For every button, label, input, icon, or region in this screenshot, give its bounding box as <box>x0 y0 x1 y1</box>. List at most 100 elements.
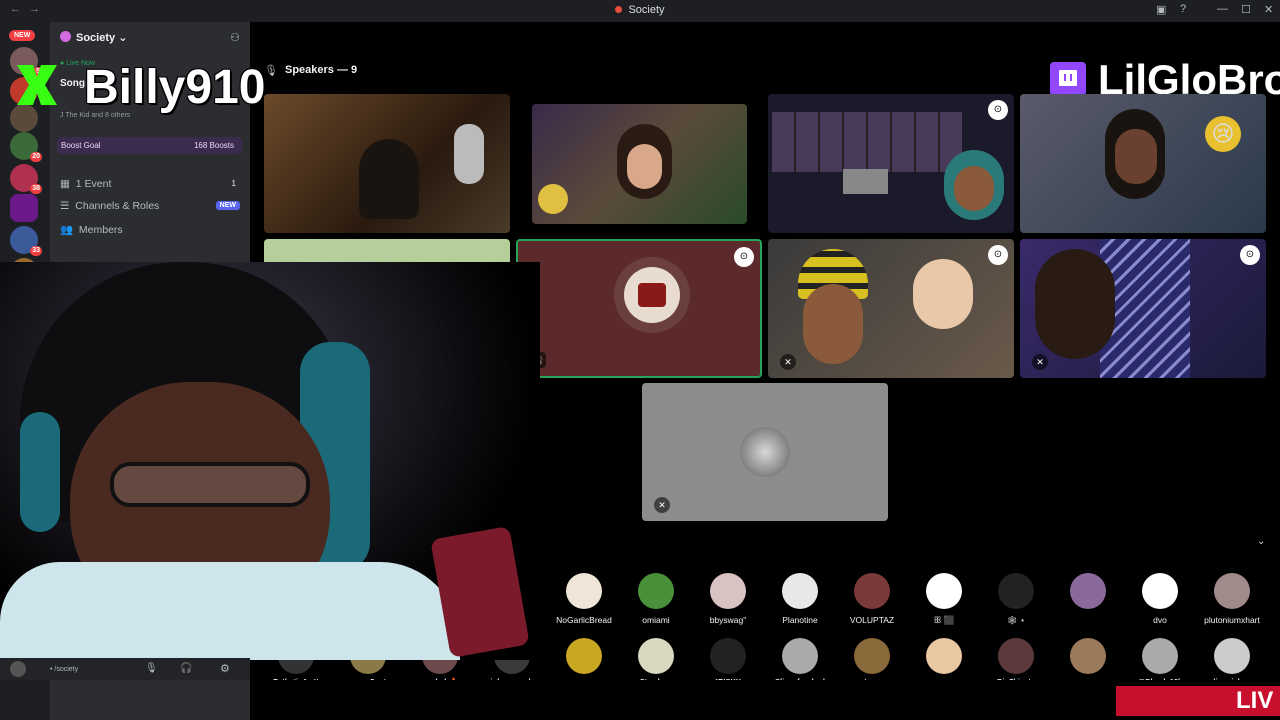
avatar <box>854 573 890 609</box>
members-item[interactable]: 👥 Members <box>60 223 123 236</box>
audience-member[interactable] <box>1053 573 1123 615</box>
boost-goal-label: Boost Goal <box>61 141 101 150</box>
avatar <box>926 638 962 674</box>
live-banner: LIV <box>1116 686 1280 716</box>
audience-member[interactable]: plutoniumxhart <box>1197 573 1267 625</box>
server-icon <box>615 6 623 13</box>
chevron-down-icon: ⌄ <box>118 32 128 44</box>
minimize-button[interactable]: — <box>1217 3 1228 15</box>
server-icon[interactable]: 33 <box>10 226 42 256</box>
audience-member[interactable]: *RISKY <box>693 638 763 686</box>
server-icon <box>60 31 71 42</box>
avatar <box>566 638 602 674</box>
camera-icon: ⊙ <box>1240 245 1260 265</box>
audience-member[interactable]: @Blxxdy18k <box>1125 638 1195 686</box>
avatar <box>1214 573 1250 609</box>
speaker-video-tile[interactable]: ⊙ ✕ <box>1020 239 1266 378</box>
server-tag: • /society <box>50 666 79 673</box>
avatar <box>710 638 746 674</box>
new-badge[interactable]: NEW <box>9 30 36 41</box>
avatar <box>566 573 602 609</box>
audience-member[interactable]: Big$hiesty <box>981 638 1051 686</box>
speakers-header: Speakers — 9 <box>285 64 358 76</box>
chevron-down-icon[interactable]: ⌄ <box>1257 536 1265 547</box>
avatar <box>638 638 674 674</box>
maximize-button[interactable]: ☐ <box>1241 3 1251 16</box>
title-bar: ←→ Society ▣ ? — ☐ ✕ <box>0 0 1280 22</box>
audience-member[interactable]: omiami <box>621 573 691 625</box>
list-icon: ☰ <box>60 200 70 212</box>
audience-name: 🕸 ⋆ <box>1006 615 1026 625</box>
server-name-header[interactable]: Society ⌄ <box>60 31 127 44</box>
audience-member[interactable]: Planotine <box>765 573 835 625</box>
crying-emoji-icon: 😢 <box>1205 116 1241 152</box>
microphone-icon: 🎙 <box>264 65 278 77</box>
audience-member[interactable]: dvo <box>1125 573 1195 625</box>
stage-title[interactable]: Song <box>60 78 85 89</box>
audience-name: dvo <box>1153 615 1167 625</box>
server-icon[interactable]: 38 <box>10 164 42 194</box>
events-item[interactable]: ▦ 1 Event <box>60 178 111 190</box>
avatar <box>1214 638 1250 674</box>
muted-mic-icon: ✕ <box>780 354 796 370</box>
audience-member[interactable]: Styx layc <box>621 638 691 686</box>
microphone-icon[interactable]: 🎙 <box>145 663 158 674</box>
window-title: Society <box>0 4 1280 16</box>
camera-icon: ⊙ <box>988 100 1008 120</box>
server-icon[interactable] <box>10 194 38 222</box>
camera-icon: ⊙ <box>988 245 1008 265</box>
streamer-name-left: Billy910 <box>84 61 266 114</box>
headphones-icon[interactable]: 🎧 <box>180 663 192 674</box>
streamer-webcam <box>0 262 540 660</box>
avatar <box>740 427 790 477</box>
add-member-icon[interactable]: ⚇ <box>230 31 240 44</box>
audience-member[interactable]: 🕸 ⋆ <box>981 573 1051 626</box>
speaker-video-tile[interactable] <box>264 94 510 233</box>
audience-member[interactable]: Slime for da rl <box>765 638 835 686</box>
inbox-icon[interactable]: ▣ <box>1156 3 1166 16</box>
speaker-avatar-tile[interactable]: ✕ <box>642 383 888 521</box>
avatar[interactable] <box>10 661 26 677</box>
boost-goal-bar[interactable]: Boost Goal 168 Boosts <box>57 137 242 154</box>
speaker-video-tile[interactable]: ⊙ ✕ <box>768 239 1014 378</box>
audience-member[interactable]: bbyswag" <box>693 573 763 625</box>
audience-member[interactable]: NoGarlicBread <box>549 573 619 625</box>
boost-count: 168 Boosts <box>193 141 234 150</box>
avatar <box>1142 573 1178 609</box>
camera-icon: ⊙ <box>734 247 754 267</box>
close-button[interactable]: ✕ <box>1264 3 1273 16</box>
audience-member[interactable] <box>909 638 979 677</box>
twitch-icon <box>1050 62 1086 96</box>
muted-mic-icon: ✕ <box>1032 354 1048 370</box>
speaker-video-tile[interactable] <box>532 104 747 224</box>
new-tag: NEW <box>215 201 240 210</box>
muted-mic-icon: ✕ <box>654 497 670 513</box>
audience-name: Planotine <box>782 615 818 625</box>
avatar <box>998 638 1034 674</box>
calendar-icon: ▦ <box>60 178 70 190</box>
audience-name: NoGarlicBread <box>556 615 612 625</box>
avatar <box>1070 573 1106 609</box>
channels-roles-item[interactable]: ☰ Channels & Roles <box>60 200 159 212</box>
audience-name: plutoniumxhart <box>1204 615 1260 625</box>
audience-member[interactable]: ꕥ ⬛ <box>909 573 979 626</box>
audience-name: VOLUPTAZ <box>849 615 895 625</box>
avatar <box>1142 638 1178 674</box>
audience-member[interactable]: slimerichass <box>1197 638 1267 686</box>
avatar <box>1070 638 1106 674</box>
speaker-avatar-tile[interactable]: ⊙ 🎧 <box>516 239 762 378</box>
avatar <box>624 267 680 323</box>
audience-member[interactable]: swag.gys <box>1053 638 1123 686</box>
server-icon[interactable] <box>10 104 38 132</box>
audience-member[interactable]: tony <box>837 638 907 686</box>
avatar <box>926 573 962 609</box>
settings-gear-icon[interactable]: ⚙ <box>220 662 230 675</box>
server-icon[interactable]: 20 <box>10 132 42 162</box>
audience-member[interactable]: VOLUPTAZ <box>837 573 907 625</box>
speaker-video-tile[interactable]: 😢 <box>1020 94 1266 233</box>
help-icon[interactable]: ? <box>1180 3 1186 15</box>
speaker-video-tile[interactable]: ⊙ <box>768 94 1014 233</box>
audience-name: bbyswag" <box>709 615 747 625</box>
audience-member[interactable]: no <box>549 638 619 686</box>
audience-name: ꕥ ⬛ <box>933 615 955 625</box>
